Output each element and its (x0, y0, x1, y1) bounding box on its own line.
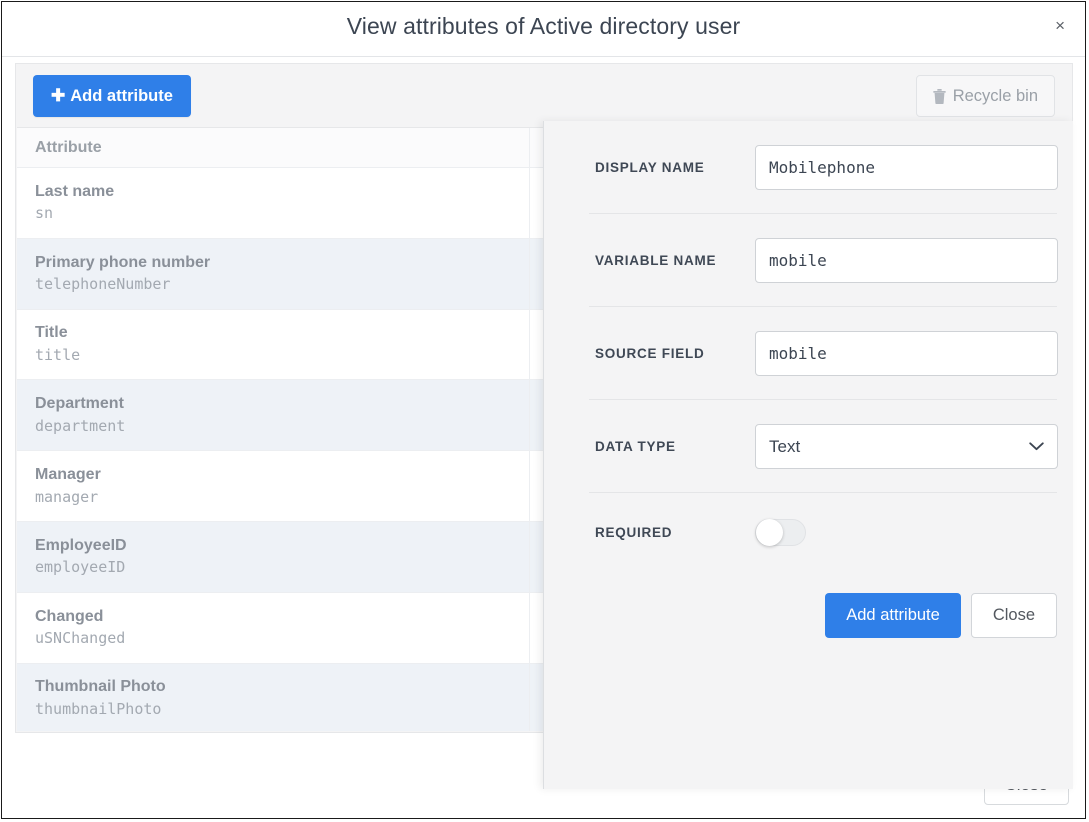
attribute-display-name: Title (35, 324, 68, 342)
attribute-cell: Title title (17, 322, 529, 366)
add-attribute-button[interactable]: ✚ Add attribute (33, 75, 191, 117)
variable-name-label: Variable name (595, 253, 717, 268)
panel-close-button[interactable]: Close (970, 593, 1057, 638)
column-header-attribute: Attribute (35, 138, 102, 156)
source-field-label: Source field (595, 346, 705, 361)
display-name-row: Display name (544, 121, 1073, 214)
add-attribute-label: Add attribute (70, 86, 173, 105)
attribute-ldap-name: uSNChanged (35, 629, 126, 648)
source-field-row: Source field (544, 307, 1073, 400)
attribute-ldap-name: department (35, 416, 126, 435)
attribute-cell: Thumbnail Photo thumbnailPhoto (17, 676, 529, 720)
attribute-display-name: Manager (35, 465, 101, 483)
modal-header: View attributes of Active directory user… (2, 2, 1085, 57)
attribute-cell: Manager manager (17, 464, 529, 508)
recycle-bin-label: Recycle bin (952, 86, 1038, 105)
attribute-ldap-name: employeeID (35, 558, 126, 577)
data-type-row: Data type Text (544, 400, 1073, 493)
recycle-bin-button[interactable]: Recycle bin (915, 75, 1055, 117)
required-label: Required (595, 524, 673, 540)
required-row: Required (544, 493, 1073, 571)
attribute-ldap-name: manager (35, 487, 99, 506)
attribute-ldap-name: thumbnailPhoto (35, 699, 162, 718)
attribute-display-name: Primary phone number (35, 253, 211, 271)
attribute-editor-panel: Display name Variable name Source field … (543, 121, 1073, 789)
trash-icon (933, 88, 946, 104)
toggle-knob (756, 518, 783, 546)
display-name-input[interactable] (755, 145, 1058, 190)
attribute-display-name: EmployeeID (35, 536, 127, 554)
modal-body: ✚ Add attribute Recycle bin Attribute La… (2, 57, 1085, 789)
data-type-select-wrap: Text (755, 424, 1058, 469)
display-name-label: Display name (595, 160, 705, 175)
required-toggle[interactable] (755, 518, 806, 546)
attribute-cell: Department department (17, 393, 529, 437)
data-type-label: Data type (595, 439, 676, 454)
plus-icon: ✚ (51, 85, 66, 105)
attribute-cell: Primary phone number telephoneNumber (17, 252, 529, 296)
variable-name-input[interactable] (755, 238, 1058, 283)
source-field-input[interactable] (755, 331, 1058, 376)
attribute-ldap-name: sn (35, 204, 54, 223)
attribute-display-name: Last name (35, 182, 115, 200)
modal-dialog: View attributes of Active directory user… (1, 1, 1086, 819)
page-title: View attributes of Active directory user (346, 13, 741, 39)
variable-name-row: Variable name (544, 214, 1073, 307)
attribute-cell: Last name sn (17, 181, 529, 225)
panel-add-attribute-button[interactable]: Add attribute (825, 593, 961, 638)
attribute-cell: Changed uSNChanged (17, 606, 529, 650)
attribute-display-name: Changed (35, 607, 104, 625)
attribute-display-name: Department (35, 395, 124, 413)
panel-actions: Add attribute Close (544, 593, 1073, 638)
close-x-icon[interactable]: × (1051, 15, 1069, 36)
attribute-ldap-name: telephoneNumber (35, 275, 171, 294)
attribute-cell: EmployeeID employeeID (17, 535, 529, 579)
toolbar: ✚ Add attribute Recycle bin (16, 64, 1072, 127)
data-type-select[interactable]: Text (755, 424, 1058, 469)
attribute-ldap-name: title (35, 345, 81, 364)
attribute-display-name: Thumbnail Photo (35, 678, 166, 696)
